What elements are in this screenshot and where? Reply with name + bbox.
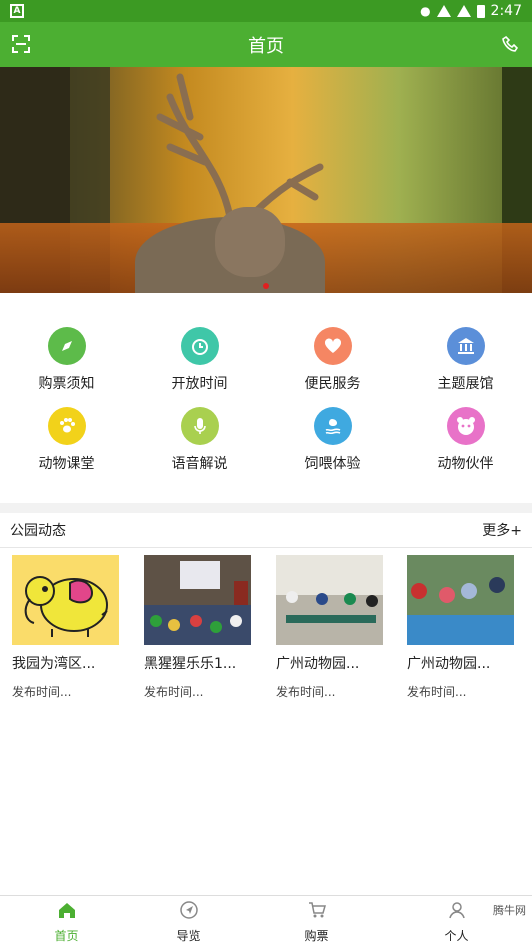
tab-label: 导览 — [176, 929, 201, 943]
cart-icon — [308, 902, 326, 918]
news-thumbnail — [276, 555, 383, 645]
feature-label: 饲喂体验 — [304, 456, 361, 472]
feature-animal-class[interactable]: 动物课堂 — [0, 407, 133, 473]
phone-icon[interactable] — [502, 35, 520, 53]
news-card[interactable]: 黑猩猩乐乐1... 发布时间... — [144, 555, 272, 700]
carousel-indicator — [0, 283, 532, 289]
news-time: 发布时间... — [144, 685, 204, 699]
news-card[interactable]: 广州动物园... 发布时间... — [276, 555, 404, 700]
carousel-dot-active — [263, 283, 269, 289]
news-title: 我园为湾区... — [12, 656, 96, 672]
watermark: 腾牛网 — [493, 904, 526, 917]
feature-label: 便民服务 — [304, 376, 361, 392]
feature-feeding[interactable]: 饲喂体验 — [266, 407, 399, 473]
heart-hand-icon — [313, 327, 352, 365]
app-bar: 首页 — [0, 22, 532, 67]
tab-label: 个人 — [444, 929, 469, 943]
feature-label: 购票须知 — [38, 376, 95, 392]
feature-audio-guide[interactable]: 语音解说 — [133, 407, 266, 473]
news-time: 发布时间... — [407, 685, 467, 699]
tab-guide[interactable]: 导览 — [122, 900, 255, 944]
news-card[interactable]: 广州动物园... 发布时间... — [407, 555, 532, 700]
location-icon: ● — [420, 4, 431, 18]
feature-services[interactable]: 便民服务 — [266, 327, 399, 393]
museum-icon — [446, 327, 485, 365]
feature-label: 语音解说 — [171, 456, 228, 472]
status-bar: A ● 2:47 — [0, 0, 532, 22]
section-title: 公园动态 — [10, 523, 66, 539]
feature-opening-hours[interactable]: 开放时间 — [133, 327, 266, 393]
tab-tickets[interactable]: 购票 — [250, 900, 383, 944]
person-icon — [448, 902, 465, 919]
microphone-icon — [180, 407, 219, 445]
feature-label: 主题展馆 — [437, 376, 494, 392]
clock: 2:47 — [490, 3, 522, 19]
feature-animal-partner[interactable]: 动物伙伴 — [399, 407, 532, 473]
section-divider — [0, 503, 532, 513]
signal-icon — [456, 5, 471, 17]
feature-label: 开放时间 — [171, 376, 228, 392]
panda-icon — [446, 407, 485, 445]
navigation-icon — [179, 901, 198, 919]
compass-icon — [47, 327, 86, 365]
banner-carousel[interactable] — [0, 67, 532, 293]
news-time: 发布时间... — [276, 685, 336, 699]
deer-head — [215, 207, 285, 277]
tab-home[interactable]: 首页 — [0, 900, 133, 944]
feature-ticket-notice[interactable]: 购票须知 — [0, 327, 133, 393]
news-thumbnail — [144, 555, 251, 645]
scan-icon[interactable] — [12, 35, 30, 53]
bottom-tab-bar: 首页 导览 购票 个人 — [0, 895, 532, 946]
battery-icon — [476, 4, 485, 18]
feature-grid: 购票须知 开放时间 便民服务 主题展馆 动物课堂 语音解说 饲喂体验 动物伙伴 — [0, 293, 532, 503]
feeding-icon — [313, 407, 352, 445]
alarm-clock-icon — [180, 327, 219, 365]
news-time: 发布时间... — [12, 685, 72, 699]
news-title: 广州动物园... — [407, 656, 491, 672]
tab-label: 购票 — [304, 929, 329, 943]
news-thumbnail — [12, 555, 119, 645]
tab-label: 首页 — [54, 929, 79, 943]
page-title: 首页 — [248, 35, 284, 57]
feature-theme-halls[interactable]: 主题展馆 — [399, 327, 532, 393]
home-icon — [58, 903, 75, 918]
notification-icon: A — [10, 4, 24, 18]
news-title: 黑猩猩乐乐1... — [144, 656, 237, 672]
more-link[interactable]: 更多+ — [482, 520, 522, 540]
news-title: 广州动物园... — [276, 656, 360, 672]
feature-label: 动物伙伴 — [437, 456, 494, 472]
news-card[interactable]: 我园为湾区... 发布时间... — [12, 555, 140, 700]
wifi-icon — [436, 5, 451, 17]
feature-label: 动物课堂 — [38, 456, 95, 472]
paw-icon — [47, 407, 86, 445]
news-section-header: 公园动态 更多+ — [0, 513, 532, 548]
news-thumbnail — [407, 555, 514, 645]
